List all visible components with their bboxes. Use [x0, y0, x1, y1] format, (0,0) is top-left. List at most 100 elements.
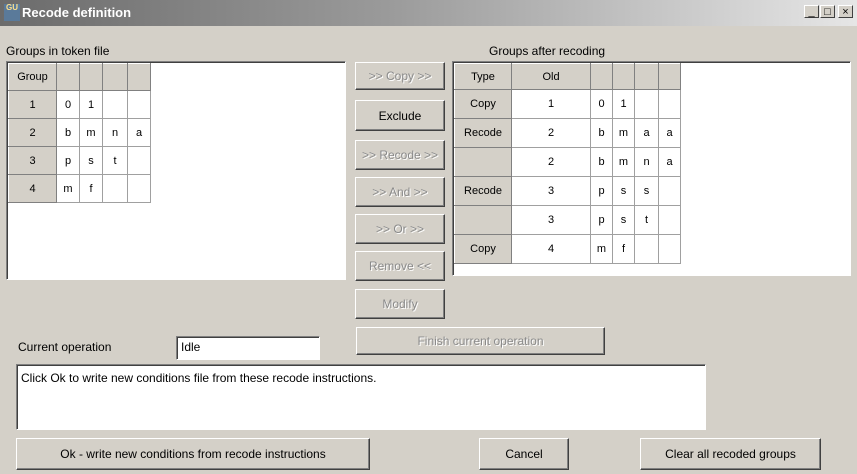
- message-box[interactable]: Click Ok to write new conditions file fr…: [16, 364, 706, 430]
- table-cell[interactable]: a: [127, 118, 151, 147]
- column-header: [79, 63, 103, 91]
- row-header-cell[interactable]: 4: [8, 174, 57, 203]
- table-row: Copy 4 m f: [454, 234, 681, 264]
- current-operation-label: Current operation: [18, 340, 112, 354]
- table-cell[interactable]: s: [634, 176, 659, 206]
- table-cell[interactable]: [127, 90, 151, 119]
- cancel-button[interactable]: Cancel: [479, 438, 569, 470]
- table-cell[interactable]: 0: [56, 90, 80, 119]
- table-cell[interactable]: n: [102, 118, 128, 147]
- window-title: Recode definition: [22, 5, 132, 20]
- table-cell[interactable]: [102, 90, 128, 119]
- row-header-cell[interactable]: 1: [8, 90, 57, 119]
- table-cell[interactable]: m: [79, 118, 103, 147]
- token-groups-table: Group 1 0 1 2 b m n a 3 p s t 4 m f: [8, 63, 151, 203]
- table-cell[interactable]: b: [590, 147, 613, 177]
- table-row: 2bmna: [8, 118, 151, 147]
- row-header-cell[interactable]: [454, 205, 512, 235]
- table-cell[interactable]: [127, 146, 151, 175]
- table-cell[interactable]: [658, 205, 681, 235]
- row-header-cell[interactable]: [454, 147, 512, 177]
- table-cell[interactable]: b: [56, 118, 80, 147]
- clear-all-recoded-groups-button[interactable]: Clear all recoded groups: [640, 438, 821, 470]
- table-row: 101: [8, 90, 151, 119]
- table-cell[interactable]: 1: [612, 89, 635, 119]
- table-cell[interactable]: m: [56, 174, 80, 203]
- column-header: [56, 63, 80, 91]
- table-row: Recode 2 b m a a: [454, 118, 681, 148]
- and-button[interactable]: >> And >>: [355, 177, 445, 207]
- ok-write-conditions-button[interactable]: Ok - write new conditions from recode in…: [16, 438, 370, 470]
- table-cell[interactable]: 3: [511, 205, 591, 235]
- table-cell[interactable]: m: [612, 147, 635, 177]
- app-icon: GU: [4, 4, 20, 21]
- table-cell[interactable]: t: [102, 146, 128, 175]
- minimize-button[interactable]: _: [804, 5, 819, 18]
- table-cell[interactable]: 1: [79, 90, 103, 119]
- copy-button[interactable]: >> Copy >>: [355, 62, 445, 90]
- table-cell[interactable]: [127, 174, 151, 203]
- row-header-cell[interactable]: Recode: [454, 176, 512, 206]
- table-cell[interactable]: p: [56, 146, 80, 175]
- table-cell[interactable]: s: [612, 176, 635, 206]
- table-cell[interactable]: 0: [590, 89, 613, 119]
- row-header-cell[interactable]: 2: [8, 118, 57, 147]
- or-button[interactable]: >> Or >>: [355, 214, 445, 244]
- column-header: [658, 63, 681, 90]
- table-cell[interactable]: t: [634, 205, 659, 235]
- table-cell[interactable]: f: [79, 174, 103, 203]
- recoded-groups-table: Type Old Copy 1 0 1 Recode 2 b m a a 2 b m n a Recode 3 p s s…: [454, 63, 681, 264]
- table-cell[interactable]: 3: [511, 176, 591, 206]
- table-cell[interactable]: m: [612, 118, 635, 148]
- column-header: [612, 63, 635, 90]
- table-cell[interactable]: 4: [511, 234, 591, 264]
- table-cell[interactable]: s: [612, 205, 635, 235]
- row-header-cell[interactable]: 3: [8, 146, 57, 175]
- current-operation-field[interactable]: Idle: [176, 336, 320, 360]
- table-cell[interactable]: 1: [511, 89, 591, 119]
- exclude-button[interactable]: Exclude: [355, 100, 445, 131]
- column-header: Group: [8, 63, 57, 91]
- table-cell[interactable]: b: [590, 118, 613, 148]
- table-header-row: Group: [8, 63, 151, 91]
- groups-after-recoding-label: Groups after recoding: [489, 44, 606, 58]
- maximize-button[interactable]: □: [820, 5, 835, 18]
- table-cell[interactable]: 2: [511, 118, 591, 148]
- table-cell[interactable]: a: [658, 118, 681, 148]
- table-row: Copy 1 0 1: [454, 89, 681, 119]
- table-row: 4mf: [8, 174, 151, 203]
- table-cell[interactable]: 2: [511, 147, 591, 177]
- groups-in-token-file-label: Groups in token file: [6, 44, 110, 58]
- table-cell[interactable]: n: [634, 147, 659, 177]
- table-cell[interactable]: [634, 234, 659, 264]
- close-button[interactable]: ×: [838, 5, 853, 18]
- table-cell[interactable]: m: [590, 234, 613, 264]
- table-cell[interactable]: a: [658, 147, 681, 177]
- table-cell[interactable]: s: [79, 146, 103, 175]
- table-row: 2bmna: [454, 147, 681, 177]
- title-bar: GU Recode definition _ □ ×: [0, 0, 857, 26]
- table-cell[interactable]: p: [590, 205, 613, 235]
- table-cell[interactable]: [658, 176, 681, 206]
- table-cell[interactable]: p: [590, 176, 613, 206]
- column-header: [102, 63, 128, 91]
- table-cell[interactable]: [102, 174, 128, 203]
- finish-current-operation-button[interactable]: Finish current operation: [356, 327, 605, 355]
- table-row: 3pst: [454, 205, 681, 235]
- table-cell[interactable]: [658, 89, 681, 119]
- column-header: [590, 63, 613, 90]
- column-header: [127, 63, 151, 91]
- table-cell[interactable]: f: [612, 234, 635, 264]
- recode-button[interactable]: >> Recode >>: [355, 140, 445, 170]
- modify-button[interactable]: Modify: [355, 289, 445, 319]
- row-header-cell[interactable]: Copy: [454, 89, 512, 119]
- row-header-cell[interactable]: Copy: [454, 234, 512, 264]
- column-header: Type: [454, 63, 512, 90]
- column-header: [634, 63, 659, 90]
- table-cell[interactable]: [634, 89, 659, 119]
- table-cell[interactable]: a: [634, 118, 659, 148]
- row-header-cell[interactable]: Recode: [454, 118, 512, 148]
- table-cell[interactable]: [658, 234, 681, 264]
- remove-button[interactable]: Remove <<: [355, 251, 445, 281]
- column-header: Old: [511, 63, 591, 90]
